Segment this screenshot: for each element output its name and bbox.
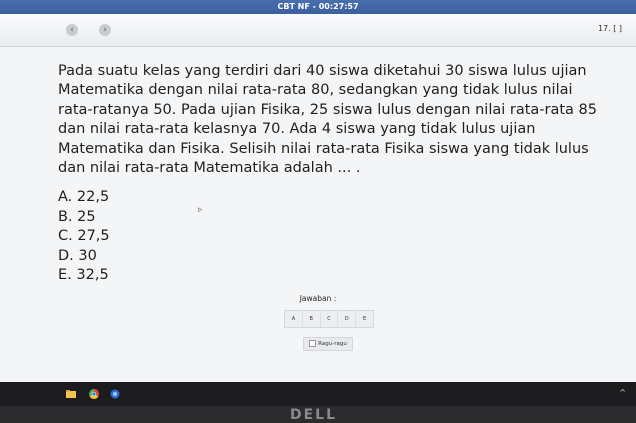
answer-label: Jawaban : <box>299 294 337 303</box>
folder-icon[interactable] <box>66 389 76 399</box>
prev-button[interactable]: ‹ <box>66 24 78 36</box>
doubt-label: Ragu-ragu <box>318 341 347 347</box>
dell-logo: DELL <box>290 407 338 423</box>
doubt-toggle[interactable]: Ragu-ragu <box>303 337 353 351</box>
taskbar: ^ <box>0 382 636 406</box>
answer-options: A. 22,5 B. 25 C. 27,5 D. 30 E. 32,5 <box>58 188 110 286</box>
mouse-cursor-icon: ▹ <box>198 205 203 215</box>
chevron-left-icon: ‹ <box>70 25 74 35</box>
answer-choice-e[interactable]: E <box>356 311 373 327</box>
option-b: B. 25 <box>58 208 96 225</box>
doubt-checkbox[interactable] <box>309 340 317 347</box>
app-icon[interactable] <box>110 389 120 399</box>
answer-choice-a[interactable]: A <box>285 311 303 327</box>
answer-choice-d[interactable]: D <box>338 311 357 327</box>
chevron-right-icon: › <box>103 25 107 35</box>
option-e: E. 32,5 <box>58 267 109 284</box>
answer-choice-c[interactable]: C <box>321 311 339 327</box>
window-title: CBT NF - 00:27:57 <box>0 0 636 14</box>
chrome-icon[interactable] <box>89 389 99 399</box>
question-number: 17. [ ] <box>597 24 622 33</box>
question-text: Pada suatu kelas yang terdiri dari 40 si… <box>58 63 598 177</box>
next-button[interactable]: › <box>99 24 111 36</box>
option-c: C. 27,5 <box>58 228 110 245</box>
question-navbar: ‹ › 17. [ ] <box>0 14 636 47</box>
answer-choice-b[interactable]: B <box>303 311 321 327</box>
answer-choice-group: A B C D E <box>284 310 374 328</box>
option-d: D. 30 <box>58 247 97 264</box>
option-a: A. 22,5 <box>58 189 110 205</box>
chevron-up-icon[interactable]: ^ <box>619 388 626 397</box>
